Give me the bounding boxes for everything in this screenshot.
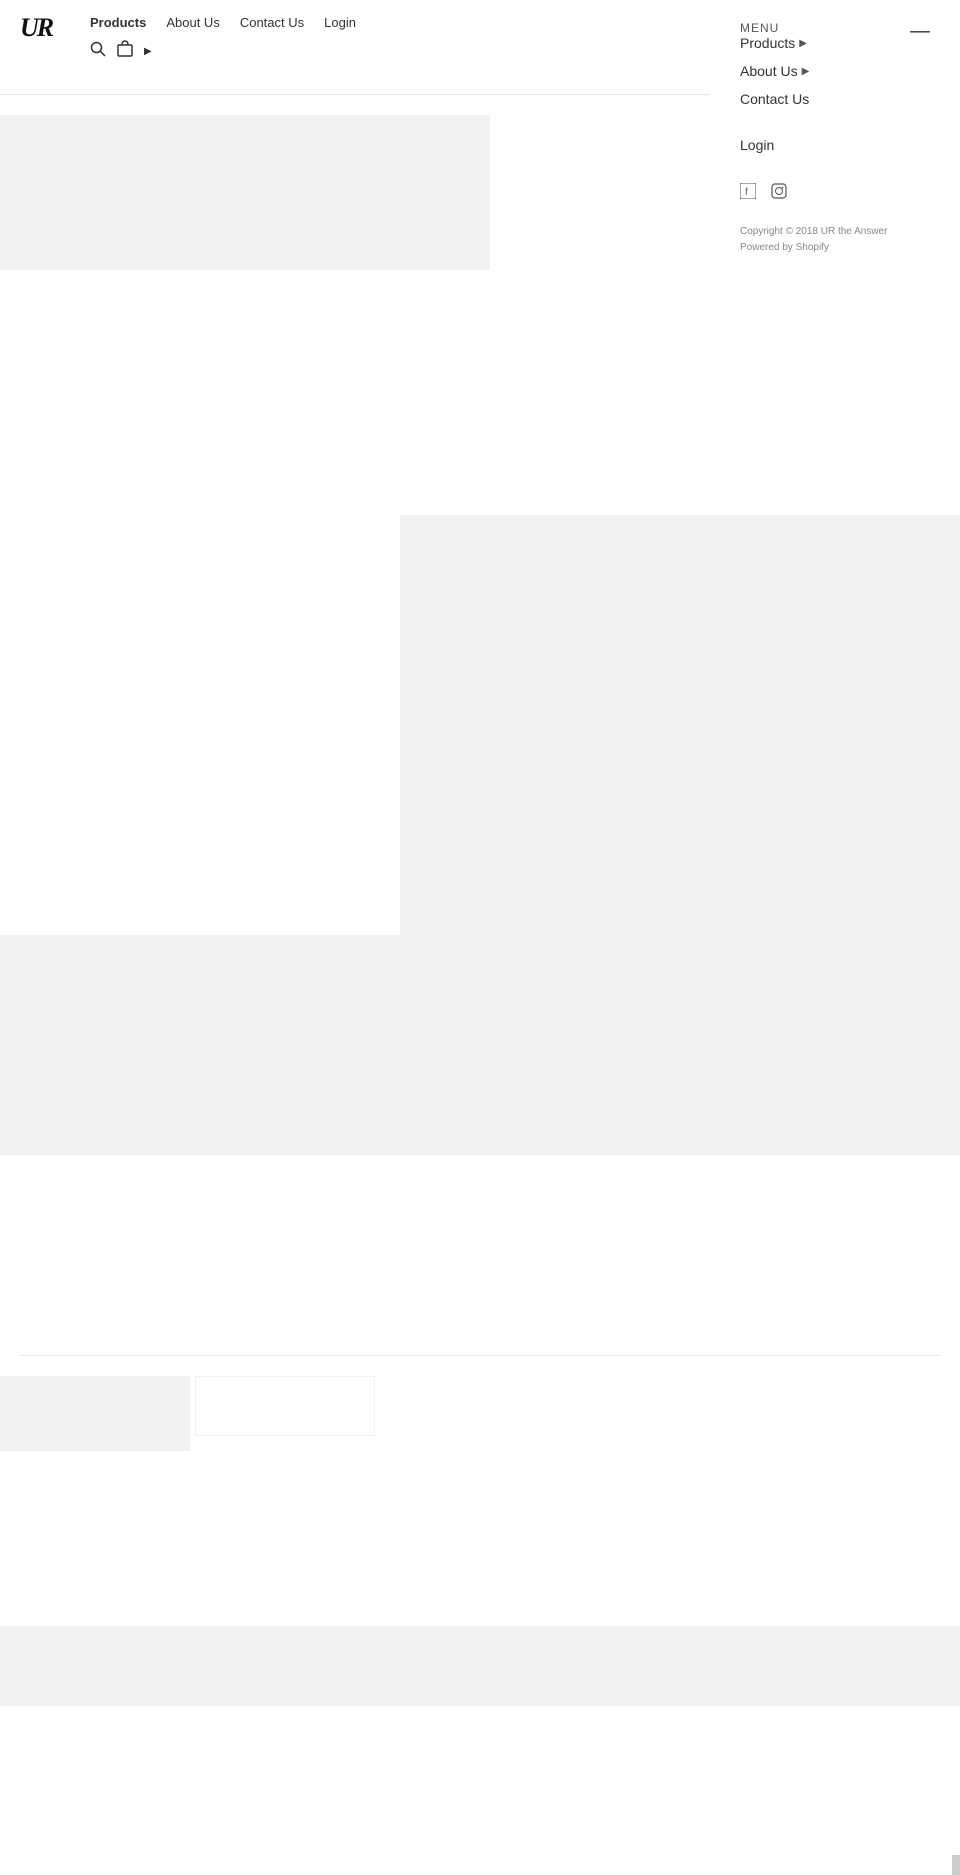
nav-products[interactable]: Products xyxy=(90,15,146,30)
product-thumb-row xyxy=(0,1356,960,1456)
copyright-text: Copyright © 2018 UR the Answer xyxy=(740,224,930,240)
menu-label: MENU xyxy=(740,21,779,35)
menu-item-contact-us[interactable]: Contact Us xyxy=(740,91,930,107)
product-section-1 xyxy=(0,515,960,935)
menu-login-link[interactable]: Login xyxy=(740,137,930,153)
instagram-icon[interactable] xyxy=(771,183,787,204)
thumb-image-2 xyxy=(195,1376,375,1436)
product-left xyxy=(0,515,400,935)
facebook-icon[interactable]: f xyxy=(740,183,756,204)
nav-area: Products About Us Contact Us Login xyxy=(90,10,356,63)
mobile-menu-overlay: MENU — Products ▶ About Us ▶ Contact Us … xyxy=(710,0,960,340)
menu-close-button[interactable]: — xyxy=(910,20,930,43)
menu-item-products-label: Products xyxy=(740,35,795,51)
nav-icons: ▶ xyxy=(90,40,356,63)
product-right xyxy=(400,515,960,935)
nav-top: Products About Us Contact Us Login xyxy=(90,15,356,30)
logo[interactable]: UR xyxy=(20,15,80,41)
thumb-image-1 xyxy=(0,1376,190,1451)
menu-copyright: Copyright © 2018 UR the Answer Powered b… xyxy=(740,224,930,256)
footer xyxy=(0,1626,960,1706)
hero-image xyxy=(0,115,490,270)
svg-text:f: f xyxy=(745,187,748,198)
search-icon[interactable] xyxy=(90,41,106,62)
menu-products-arrow: ▶ xyxy=(799,38,807,49)
menu-about-arrow: ▶ xyxy=(802,66,810,77)
scrollbar-bottom xyxy=(952,1855,960,1875)
menu-item-contact-label: Contact Us xyxy=(740,91,809,107)
nav-about-us[interactable]: About Us xyxy=(166,15,219,30)
menu-item-about-us[interactable]: About Us ▶ xyxy=(740,63,930,79)
white-space-2 xyxy=(0,1155,960,1355)
cart-icon[interactable] xyxy=(116,40,134,63)
logo-icon: UR xyxy=(20,15,80,41)
powered-by-text: Powered by Shopify xyxy=(740,240,930,256)
menu-social-links: f xyxy=(740,183,930,204)
nav-login[interactable]: Login xyxy=(324,15,356,30)
product-section-2 xyxy=(0,935,960,1155)
menu-items-list: Products ▶ About Us ▶ Contact Us xyxy=(740,35,930,107)
white-space-3 xyxy=(0,1456,960,1626)
nav-contact-us[interactable]: Contact Us xyxy=(240,15,304,30)
expand-icon[interactable]: ▶ xyxy=(144,46,152,57)
menu-item-products[interactable]: Products ▶ xyxy=(740,35,930,51)
menu-item-about-label: About Us xyxy=(740,63,798,79)
